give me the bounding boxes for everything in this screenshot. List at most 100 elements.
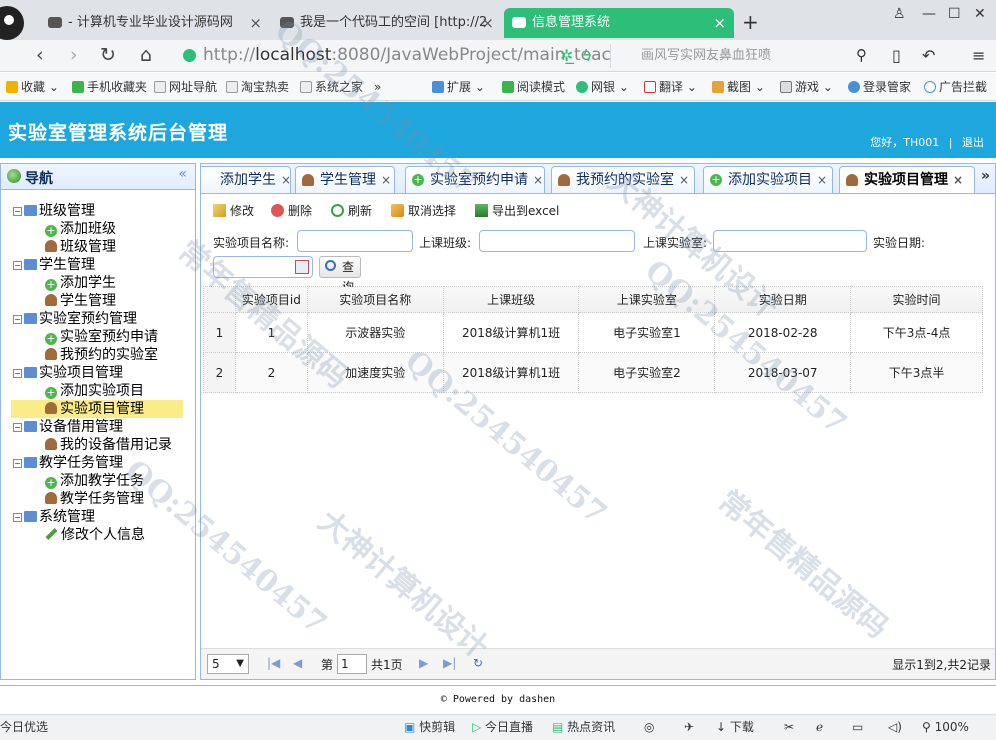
nav-item-add-student[interactable]: + 添加学生 bbox=[45, 274, 116, 292]
query-button[interactable]: 查询 bbox=[319, 256, 362, 294]
zoom-level[interactable]: ⚲ 100% bbox=[922, 715, 969, 739]
skin-icon[interactable]: ♙ bbox=[893, 6, 906, 22]
undo-icon[interactable]: ↶ bbox=[922, 46, 935, 65]
status-quick-edit[interactable]: ▣ 快剪辑 bbox=[404, 715, 455, 739]
nav-group-experiment[interactable]: − 实验项目管理 bbox=[13, 364, 123, 382]
tabs-scroll-right-icon[interactable]: » bbox=[981, 168, 990, 184]
collapse-toggle-icon[interactable]: − bbox=[13, 369, 22, 378]
nav-group-class[interactable]: − 班级管理 bbox=[13, 202, 95, 220]
search-icon[interactable]: ⚲ bbox=[856, 46, 867, 64]
column-header[interactable]: 实验时间 bbox=[850, 286, 983, 313]
collapse-toggle-icon[interactable]: − bbox=[13, 315, 22, 324]
maximize-icon[interactable]: ☐ bbox=[948, 6, 961, 22]
bookmark-mobile[interactable]: 手机收藏夹 bbox=[72, 73, 147, 101]
tab-experiment-manage[interactable]: 实验项目管理 × bbox=[839, 166, 975, 193]
new-tab-icon[interactable]: + bbox=[742, 10, 759, 34]
column-header[interactable]: 实验项目id bbox=[234, 286, 308, 313]
page-size-select[interactable]: 5 ▼ bbox=[207, 654, 249, 674]
speed-icon[interactable]: ◎ bbox=[644, 715, 654, 739]
close-icon[interactable]: × bbox=[533, 173, 543, 187]
status-download[interactable]: ↓ 下载 bbox=[716, 715, 754, 739]
bookmark-bank[interactable]: 网银 ⌄ bbox=[576, 73, 629, 101]
bookmark-translate[interactable]: 翻译 ⌄ bbox=[644, 73, 697, 101]
refresh-button[interactable]: 刷新 bbox=[331, 202, 372, 219]
delete-button[interactable]: 删除 bbox=[271, 202, 312, 219]
url-bar[interactable]: http://localhost:8080/JavaWebProject/mai… bbox=[175, 44, 611, 68]
minimize-icon[interactable]: — bbox=[922, 6, 936, 22]
nav-item-experiment-manage[interactable]: 实验项目管理 bbox=[11, 400, 183, 418]
next-page-icon[interactable]: ▶ bbox=[419, 656, 428, 670]
table-row[interactable]: 2 2 加速度实验 2018级计算机1班 电子实验室2 2018-03-07 下… bbox=[203, 352, 983, 393]
tab-add-experiment[interactable]: + 添加实验项目 × bbox=[703, 166, 833, 193]
reload-page-icon[interactable]: ↻ bbox=[473, 656, 483, 670]
status-news[interactable]: ▤ 热点资讯 bbox=[552, 715, 615, 739]
room-select[interactable] bbox=[713, 230, 867, 252]
bookmark-extensions[interactable]: 扩展 ⌄ bbox=[432, 73, 485, 101]
pin-icon[interactable]: ✈ bbox=[684, 715, 694, 739]
close-icon[interactable]: × bbox=[249, 8, 262, 38]
bookmark-screenshot[interactable]: 截图 ⌄ bbox=[712, 73, 765, 101]
collapse-toggle-icon[interactable]: − bbox=[13, 423, 22, 432]
page-number-input[interactable]: 1 bbox=[337, 654, 367, 674]
class-select[interactable] bbox=[479, 230, 635, 252]
bookmark-xitong[interactable]: 系统之家 bbox=[300, 73, 363, 101]
status-today-picks[interactable]: 今日优选 bbox=[0, 715, 48, 739]
tab-add-student[interactable]: 添加学生 × bbox=[201, 166, 291, 193]
browser-icon[interactable]: ℯ bbox=[816, 715, 823, 739]
close-icon[interactable]: × bbox=[713, 8, 726, 38]
close-icon[interactable]: × bbox=[953, 173, 963, 187]
browser-tab-1[interactable]: - 计算机专业毕业设计源码网 × bbox=[40, 8, 270, 38]
status-live[interactable]: ▷ 今日直播 bbox=[472, 715, 533, 739]
nav-group-student[interactable]: − 学生管理 bbox=[13, 256, 95, 274]
nav-item-add-task[interactable]: + 添加教学任务 bbox=[45, 472, 144, 490]
table-row[interactable]: 1 1 示波器实验 2018级计算机1班 电子实验室1 2018-02-28 下… bbox=[203, 312, 983, 353]
collapse-toggle-icon[interactable]: − bbox=[13, 459, 22, 468]
bookmark-favorites[interactable]: 收藏 ⌄ bbox=[6, 73, 59, 101]
nav-item-lab-booking-apply[interactable]: + 实验室预约申请 bbox=[45, 328, 158, 346]
column-header[interactable]: 实验项目名称 bbox=[306, 286, 444, 313]
reload-icon[interactable]: ↻ bbox=[100, 44, 116, 66]
nav-item-my-bookings[interactable]: 我预约的实验室 bbox=[45, 346, 158, 364]
column-header[interactable]: 上课班级 bbox=[442, 286, 580, 313]
close-icon[interactable]: × bbox=[817, 173, 827, 187]
url-text[interactable]: http://localhost:8080/JavaWebProject/mai… bbox=[203, 45, 611, 65]
nav-item-edit-profile[interactable]: 修改个人信息 bbox=[45, 526, 145, 544]
tab-my-bookings[interactable]: 我预约的实验室 × bbox=[551, 166, 695, 193]
bookmark-login[interactable]: 登录管家 bbox=[848, 73, 911, 101]
calendar-icon[interactable] bbox=[295, 260, 309, 274]
close-icon[interactable]: × bbox=[281, 173, 291, 187]
cancel-select-button[interactable]: 取消选择 bbox=[391, 202, 456, 219]
window-close-icon[interactable]: ✕ bbox=[974, 6, 986, 22]
screenshot-icon[interactable]: ✂ bbox=[784, 715, 794, 739]
close-icon[interactable]: × bbox=[381, 173, 391, 187]
bookmark-games[interactable]: 游戏 ⌄ bbox=[780, 73, 833, 101]
column-header[interactable]: 上课实验室 bbox=[578, 286, 716, 313]
menu-icon[interactable]: ≡ bbox=[972, 46, 985, 65]
first-page-icon[interactable]: |◀ bbox=[267, 656, 280, 670]
tab-lab-booking[interactable]: + 实验室预约申请 × bbox=[405, 166, 545, 193]
mobile-icon[interactable]: ▯ bbox=[892, 46, 901, 65]
window-icon[interactable]: ▭ bbox=[852, 715, 863, 739]
forward-icon[interactable]: › bbox=[70, 44, 78, 66]
browser-tab-3[interactable]: 信息管理系统 × bbox=[504, 8, 734, 38]
nav-item-task-manage[interactable]: 教学任务管理 bbox=[45, 490, 144, 508]
bookmark-nav[interactable]: 网址导航 bbox=[154, 73, 217, 101]
nav-group-system[interactable]: − 系统管理 bbox=[13, 508, 95, 526]
nav-group-equipment[interactable]: − 设备借用管理 bbox=[13, 418, 123, 436]
nav-item-student-manage[interactable]: 学生管理 bbox=[45, 292, 116, 310]
nav-item-my-borrow-records[interactable]: 我的设备借用记录 bbox=[45, 436, 172, 454]
export-excel-button[interactable]: 导出到excel bbox=[475, 202, 559, 219]
collapse-toggle-icon[interactable]: − bbox=[13, 513, 22, 522]
home-icon[interactable]: ⌂ bbox=[140, 44, 152, 66]
bookmark-taobao[interactable]: 淘宝热卖 bbox=[226, 73, 289, 101]
nav-group-teaching[interactable]: − 教学任务管理 bbox=[13, 454, 123, 472]
search-input[interactable]: 画风写实网友鼻血狂喷 bbox=[610, 44, 878, 68]
bookmark-reading[interactable]: 阅读模式 bbox=[502, 73, 565, 101]
nav-item-class-manage[interactable]: 班级管理 bbox=[45, 238, 116, 256]
experiment-name-input[interactable] bbox=[297, 230, 413, 252]
date-input[interactable] bbox=[213, 256, 313, 278]
nav-item-add-experiment[interactable]: + 添加实验项目 bbox=[45, 382, 144, 400]
lightning-icon[interactable]: ϟ bbox=[582, 46, 593, 65]
tab-student-manage[interactable]: 学生管理 × bbox=[295, 166, 395, 193]
prev-page-icon[interactable]: ◀ bbox=[293, 656, 302, 670]
